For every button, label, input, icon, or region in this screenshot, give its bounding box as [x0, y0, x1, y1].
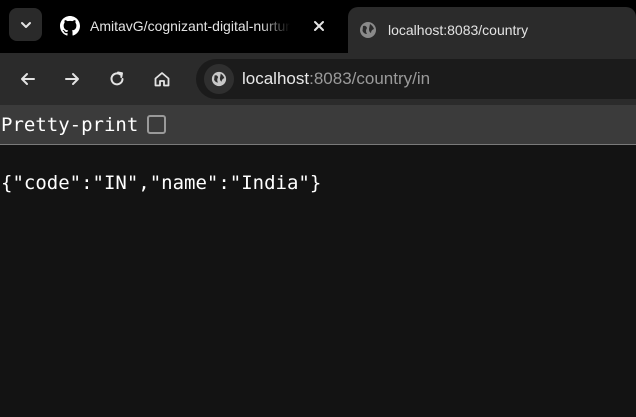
pretty-print-bar: Pretty-print: [0, 105, 636, 145]
back-button[interactable]: [14, 65, 42, 93]
tab-localhost-country[interactable]: localhost:8083/country: [348, 7, 636, 53]
tab-title: localhost:8083/country: [388, 22, 529, 38]
home-icon: [154, 72, 170, 87]
forward-button[interactable]: [58, 65, 86, 93]
url-host: localhost: [242, 69, 310, 88]
chevron-down-icon: [20, 21, 31, 28]
browser-toolbar: localhost:8083/country/in: [0, 53, 636, 105]
url-path: :8083/country/in: [309, 69, 431, 88]
arrow-left-icon: [21, 73, 35, 85]
url-text[interactable]: localhost:8083/country/in: [242, 69, 430, 89]
reload-icon: [110, 71, 124, 86]
tab-title: AmitavG/cognizant-digital-nurture: [90, 18, 290, 34]
tab-github[interactable]: AmitavG/cognizant-digital-nurture: [48, 6, 344, 46]
tab-strip: AmitavG/cognizant-digital-nurture localh…: [0, 0, 636, 53]
json-response-body: {"code":"IN","name":"India"}: [1, 172, 322, 194]
github-icon: [60, 16, 80, 36]
home-button[interactable]: [148, 65, 176, 93]
tab-search-button[interactable]: [9, 8, 42, 41]
reload-button[interactable]: [103, 65, 131, 93]
address-bar[interactable]: localhost:8083/country/in: [196, 59, 636, 99]
close-tab-icon[interactable]: [310, 17, 328, 35]
site-info-icon[interactable]: [204, 64, 234, 94]
globe-icon: [358, 20, 378, 40]
pretty-print-label: Pretty-print: [1, 113, 139, 136]
pretty-print-checkbox[interactable]: [147, 115, 167, 134]
arrow-right-icon: [65, 73, 79, 85]
